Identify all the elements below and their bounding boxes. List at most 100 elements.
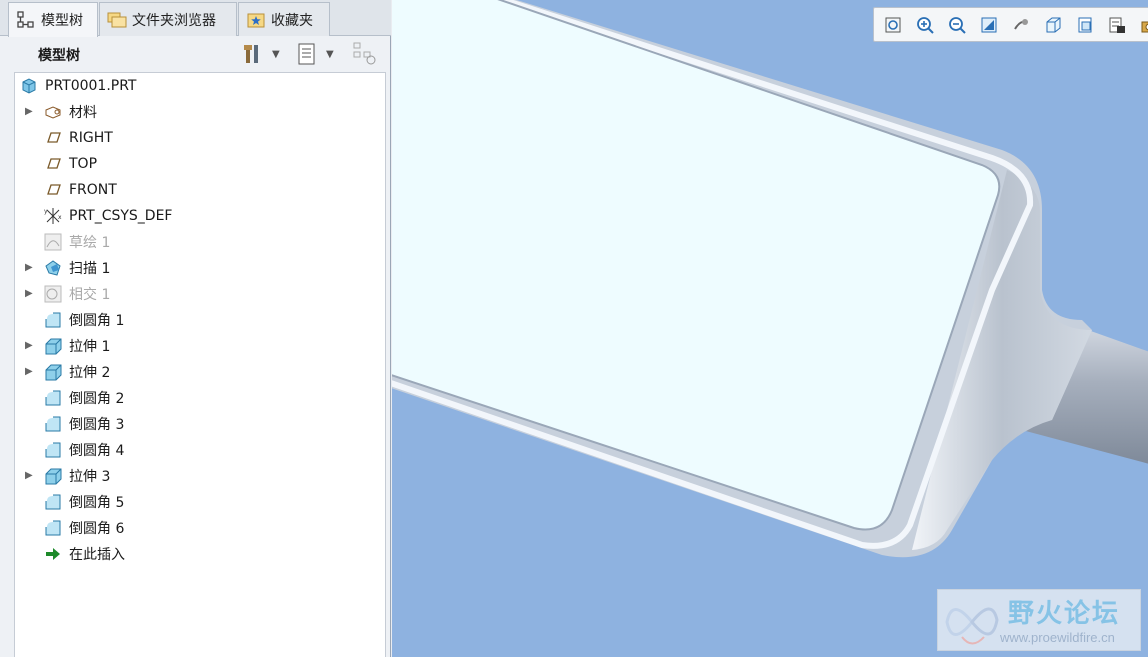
tree-item-label: 草绘 1	[69, 235, 111, 251]
tree-item-label: 拉伸 1	[69, 339, 111, 355]
tree-item[interactable]: 倒圆角 1	[15, 307, 385, 333]
tree-item[interactable]: 在此插入	[15, 541, 385, 567]
expand-arrow-icon[interactable]: ▶	[25, 366, 37, 378]
watermark: 野火论坛 www.proewildfire.cn	[937, 589, 1141, 651]
tree-item-label: 倒圆角 5	[69, 495, 125, 511]
tree-item-label: 倒圆角 4	[69, 443, 125, 459]
repaint-button[interactable]	[976, 12, 1002, 38]
chevron-down-icon: ▼	[326, 48, 334, 60]
navigator-tabbar: 模型树 文件夹浏览器 收藏夹	[0, 0, 391, 37]
svg-text:x: x	[58, 214, 62, 221]
favorites-icon	[247, 13, 265, 27]
tree-item[interactable]: ▶ 拉伸 2	[15, 359, 385, 385]
tree-settings-button[interactable]: ▼	[242, 40, 280, 68]
display-style-button[interactable]	[1040, 12, 1066, 38]
expand-arrow-icon[interactable]: ▶	[25, 106, 37, 118]
tree-root[interactable]: PRT0001.PRT	[15, 73, 385, 99]
tree-item[interactable]: 倒圆角 3	[15, 411, 385, 437]
expand-arrow-icon[interactable]: ▶	[25, 262, 37, 274]
zoom-out-icon	[949, 16, 966, 34]
zoom-out-button[interactable]	[944, 12, 970, 38]
tree-item[interactable]: FRONT	[15, 177, 385, 203]
view-toolbar	[873, 7, 1148, 42]
tree-item-label: 扫描 1	[69, 261, 111, 277]
tree-show-button[interactable]: ▼	[296, 40, 334, 68]
extrude-icon	[45, 338, 62, 355]
zoom-in-button[interactable]	[912, 12, 938, 38]
saved-views-icon	[1078, 17, 1092, 32]
part-icon	[22, 78, 36, 94]
tab-model-tree[interactable]: 模型树	[8, 2, 98, 37]
datum-plane-icon	[47, 184, 61, 195]
tree-item-label: 倒圆角 3	[69, 417, 125, 433]
extrude-icon	[45, 468, 62, 485]
expand-arrow-icon[interactable]: ▶	[25, 340, 37, 352]
model-face	[392, 0, 1001, 531]
intersect-icon	[44, 285, 62, 303]
svg-text:y: y	[44, 208, 48, 215]
tree-item-label: 倒圆角 1	[69, 313, 125, 329]
datum-plane-icon	[47, 132, 61, 143]
tree-item[interactable]: ▶ 扫描 1	[15, 255, 385, 281]
tree-item-label: FRONT	[69, 182, 117, 198]
tree-item[interactable]: RIGHT	[15, 125, 385, 151]
tools-icon	[244, 45, 258, 63]
tree-item[interactable]: ▶ 相交 1	[15, 281, 385, 307]
view-manager-button[interactable]	[1104, 12, 1130, 38]
tree-header: 模型树 ▼ ▼	[14, 38, 386, 70]
chevron-down-icon: ▼	[272, 48, 280, 60]
tree-item-label: 拉伸 2	[69, 365, 111, 381]
tree-item-label: RIGHT	[69, 130, 113, 146]
tab-favorites-label: 收藏夹	[271, 12, 313, 29]
round-icon	[45, 390, 61, 406]
expand-arrow-icon[interactable]: ▶	[25, 470, 37, 482]
extrude-icon	[45, 364, 62, 381]
tree-item-label: 在此插入	[69, 547, 125, 563]
refit-button[interactable]	[880, 12, 906, 38]
insert-here-arrow-icon	[46, 548, 60, 560]
sweep-icon	[45, 260, 61, 276]
tab-model-tree-label: 模型树	[41, 13, 83, 29]
tree-item[interactable]: ▶ 拉伸 3	[15, 463, 385, 489]
model-tree[interactable]: PRT0001.PRT ▶ 材料 RIGHT TOP FRONT y x PRT_CSYS_D…	[14, 72, 386, 657]
watermark-url: www.proewildfire.cn	[1000, 630, 1115, 645]
model-3d-view[interactable]	[392, 0, 1148, 657]
coordinate-system-icon: yx	[44, 208, 62, 224]
tree-item[interactable]: ▶ 拉伸 1	[15, 333, 385, 359]
tab-folder-browser[interactable]: 文件夹浏览器	[99, 2, 237, 36]
display-style-icon	[1046, 17, 1061, 32]
sketch-icon	[44, 233, 62, 251]
graphics-viewport[interactable]: 野火论坛 www.proewildfire.cn	[392, 0, 1148, 657]
tree-item-label: 倒圆角 6	[69, 521, 125, 537]
watermark-title: 野火论坛	[1008, 599, 1121, 629]
zoom-in-icon	[917, 16, 934, 34]
tree-item-label: 拉伸 3	[69, 469, 111, 485]
tree-item[interactable]: TOP	[15, 151, 385, 177]
tree-item[interactable]: ▶ 材料	[15, 99, 385, 125]
tree-item[interactable]: 倒圆角 5	[15, 489, 385, 515]
tab-favorites[interactable]: 收藏夹	[238, 2, 330, 36]
round-icon	[45, 442, 61, 458]
round-icon	[45, 416, 61, 432]
tree-item-label: 倒圆角 2	[69, 391, 125, 407]
tree-filter-button[interactable]	[351, 40, 379, 68]
tab-folder-browser-label: 文件夹浏览器	[132, 12, 216, 29]
spin-center-icon	[1014, 18, 1028, 30]
tree-item[interactable]: 倒圆角 2	[15, 385, 385, 411]
tree-item[interactable]: 倒圆角 6	[15, 515, 385, 541]
refit-icon	[885, 17, 901, 32]
expand-arrow-icon[interactable]: ▶	[25, 288, 37, 300]
tree-item[interactable]: 草绘 1	[15, 229, 385, 255]
round-icon	[45, 520, 61, 536]
round-icon	[45, 494, 61, 510]
tree-item-label: 材料	[69, 105, 97, 121]
datum-plane-icon	[47, 158, 61, 169]
camera-icon	[1141, 21, 1148, 32]
spin-center-button[interactable]	[1008, 12, 1034, 38]
saved-views-button[interactable]	[1072, 12, 1098, 38]
tree-item[interactable]: 倒圆角 4	[15, 437, 385, 463]
camera-button[interactable]	[1136, 12, 1148, 38]
repaint-icon	[981, 17, 997, 32]
tree-title: 模型树	[38, 48, 80, 64]
tree-item[interactable]: y x PRT_CSYS_DEF	[15, 203, 385, 229]
